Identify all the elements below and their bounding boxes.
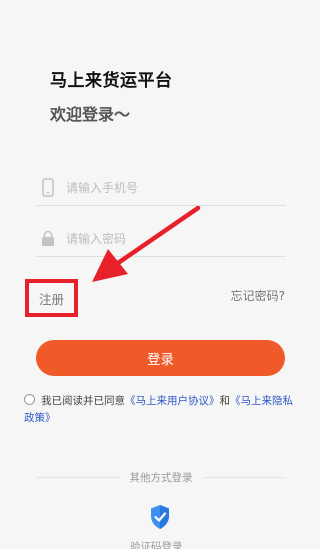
password-input[interactable]: 请输入密码 xyxy=(66,230,126,247)
agreement-row: 我已阅读并已同意《马上来用户协议》和《马上来隐私政策》 xyxy=(24,393,296,427)
divider-line-left xyxy=(36,477,120,478)
register-highlight-box: 注册 xyxy=(25,279,78,317)
password-field[interactable]: 请输入密码 xyxy=(36,221,286,257)
agree-radio[interactable] xyxy=(24,394,35,405)
login-button[interactable]: 登录 xyxy=(36,340,285,376)
lock-icon xyxy=(40,229,56,249)
welcome-text: 欢迎登录～ xyxy=(50,105,131,124)
login-button-label: 登录 xyxy=(147,352,174,368)
phone-input[interactable]: 请输入手机号 xyxy=(66,179,138,196)
app-title: 马上来货运平台 xyxy=(50,71,173,91)
user-agreement-link[interactable]: 《马上来用户协议》 xyxy=(125,395,220,407)
sms-login-label[interactable]: 验证码登录 xyxy=(130,539,183,549)
agreement-and: 和 xyxy=(219,395,231,407)
shield-check-icon[interactable] xyxy=(149,504,171,530)
register-link[interactable]: 注册 xyxy=(39,289,64,308)
other-login-divider: 其他方式登录 xyxy=(36,470,286,485)
forgot-password-link[interactable]: 忘记密码? xyxy=(231,287,285,304)
phone-icon xyxy=(40,178,56,198)
other-login-title: 其他方式登录 xyxy=(129,472,193,484)
phone-field[interactable]: 请输入手机号 xyxy=(36,170,286,206)
agreement-prefix: 我已阅读并已同意 xyxy=(41,395,125,407)
divider-line-right xyxy=(202,477,286,478)
